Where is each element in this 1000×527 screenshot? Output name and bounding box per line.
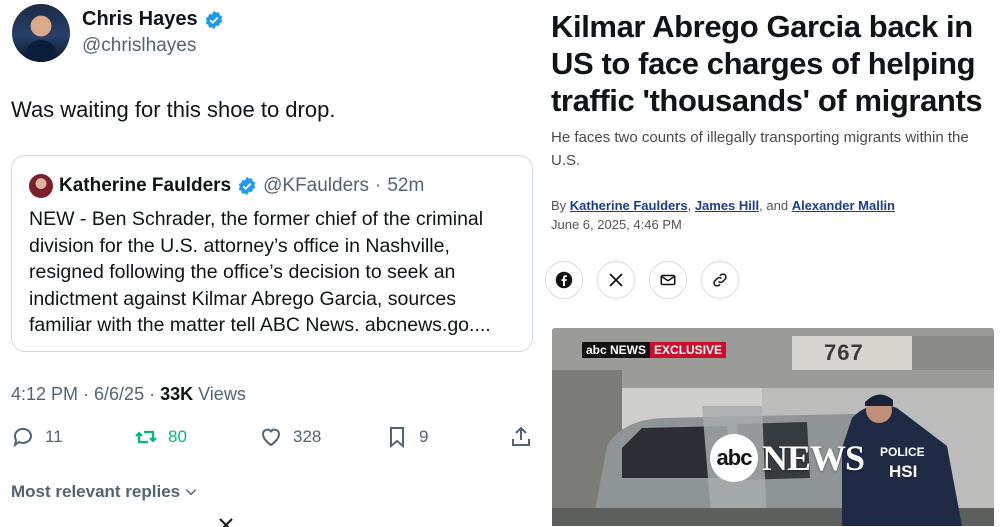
- reply-button[interactable]: 11: [11, 425, 63, 449]
- chevron-down-icon: [185, 489, 197, 496]
- byline-prefix: By: [551, 198, 567, 213]
- repost-button[interactable]: 80: [134, 425, 187, 449]
- share-icon: [512, 426, 530, 446]
- author-name-row[interactable]: Chris Hayes: [82, 8, 224, 31]
- abc-logo-news: NEWS: [762, 438, 865, 478]
- heart-icon: [261, 428, 281, 447]
- replies-sort-label: Most relevant replies: [11, 482, 181, 501]
- copy-link-button[interactable]: [701, 261, 739, 299]
- abc-logo-circle: abc: [710, 434, 758, 482]
- share-facebook-button[interactable]: [545, 261, 583, 299]
- byline-sep-1: ,: [687, 198, 692, 213]
- avatar[interactable]: [12, 4, 70, 62]
- mail-icon: [660, 274, 676, 286]
- link-icon: [713, 273, 727, 287]
- bookmark-count: 9: [419, 427, 429, 446]
- quoted-dot-separator: ·: [375, 175, 382, 196]
- article-date: June 6, 2025, 4:46 PM: [551, 217, 682, 232]
- abc-news-watermark-logo: abc NEWS: [710, 434, 865, 482]
- author-name[interactable]: Chris Hayes: [82, 8, 198, 31]
- bug-network: abc NEWS: [582, 342, 651, 358]
- reply-count: 11: [45, 427, 63, 446]
- x-icon: [609, 273, 623, 287]
- news-article: Kilmar Abrego Garcia back in US to face …: [545, 0, 1000, 526]
- quoted-author-handle[interactable]: @KFaulders: [263, 175, 369, 197]
- author-handle[interactable]: @chrislhayes: [82, 35, 196, 57]
- article-subheadline: He faces two counts of illegally transpo…: [551, 129, 969, 169]
- quoted-avatar[interactable]: [29, 174, 53, 198]
- quoted-author-name[interactable]: Katherine Faulders: [59, 175, 231, 197]
- tweet-card: Chris Hayes @chrislhayes Was waiting for…: [0, 0, 545, 527]
- author-link-2[interactable]: James Hill: [695, 198, 759, 213]
- building-sign: 767: [824, 340, 864, 365]
- article-hero-image[interactable]: abc NEWS EXCLUSIVE 767 abc NEWS POLICE H…: [552, 328, 994, 526]
- vest-text-police: POLICE: [880, 445, 925, 459]
- verified-badge-icon: [238, 176, 256, 196]
- bookmark-button[interactable]: 9: [385, 425, 428, 449]
- abc-news-exclusive-bug: abc NEWS EXCLUSIVE: [582, 342, 727, 358]
- share-x-button[interactable]: [597, 261, 635, 299]
- reply-icon: [13, 427, 32, 448]
- quoted-tweet[interactable]: Katherine Faulders @KFaulders · 52m NEW …: [11, 155, 533, 352]
- article-byline: By Katherine Faulders, James Hill, and A…: [551, 198, 895, 213]
- like-button[interactable]: 328: [259, 425, 321, 449]
- byline-sep-2: , and: [759, 198, 789, 213]
- quoted-tweet-header: Katherine Faulders @KFaulders · 52m: [29, 174, 424, 198]
- bug-exclusive: EXCLUSIVE: [650, 342, 727, 358]
- verified-badge-icon: [205, 10, 222, 29]
- views-count: 33K: [160, 384, 194, 404]
- tweet-actions-bar: 11 80 328 9: [11, 425, 536, 455]
- tweet-timestamp-views: 4:12 PM · 6/6/25 · 33K Views: [11, 384, 246, 405]
- replies-sort-dropdown[interactable]: Most relevant replies: [11, 482, 198, 502]
- quoted-time[interactable]: 52m: [387, 175, 424, 197]
- share-email-button[interactable]: [649, 261, 687, 299]
- repost-icon: [135, 430, 157, 444]
- facebook-icon: [555, 271, 573, 289]
- author-link-3[interactable]: Alexander Mallin: [792, 198, 895, 213]
- tweet-text: Was waiting for this shoe to drop.: [11, 97, 336, 122]
- tweet-timestamp[interactable]: 4:12 PM · 6/6/25 ·: [11, 384, 160, 404]
- share-buttons: [545, 261, 739, 299]
- bookmark-icon: [390, 427, 404, 449]
- article-headline: Kilmar Abrego Garcia back in US to face …: [551, 9, 983, 118]
- repost-count: 80: [168, 427, 187, 446]
- vest-text-hsi: HSI: [889, 462, 918, 481]
- like-count: 328: [293, 427, 322, 446]
- quoted-tweet-text: NEW - Ben Schrader, the former chief of …: [29, 208, 491, 336]
- author-link-1[interactable]: Katherine Faulders: [570, 198, 688, 213]
- views-label: Views: [198, 384, 246, 404]
- share-button[interactable]: [509, 425, 533, 449]
